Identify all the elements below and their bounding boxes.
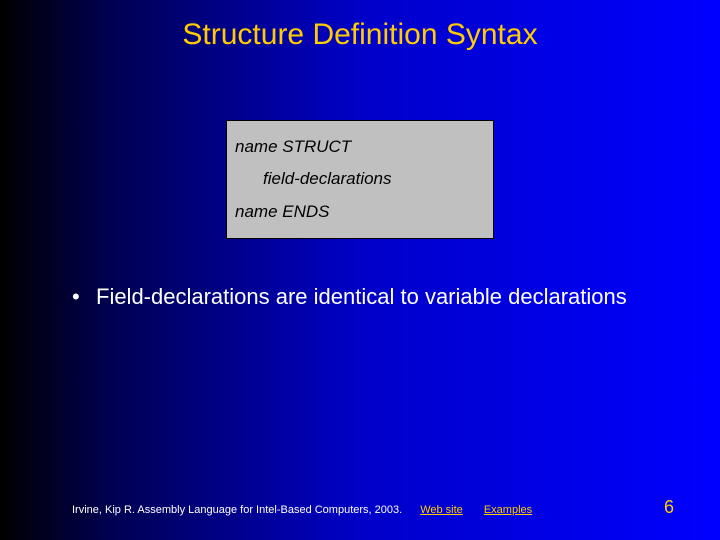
code-line: name STRUCT: [235, 131, 485, 163]
website-link[interactable]: Web site: [420, 504, 463, 516]
slide-title: Structure Definition Syntax: [0, 0, 720, 52]
syntax-box: name STRUCT field-declarations name ENDS: [226, 120, 494, 239]
code-line: name ENDS: [235, 196, 485, 228]
bullet-item: Field-declarations are identical to vari…: [72, 283, 660, 311]
examples-link[interactable]: Examples: [484, 504, 532, 516]
code-line: field-declarations: [235, 163, 485, 195]
bullet-list: Field-declarations are identical to vari…: [0, 283, 720, 311]
footer: Irvine, Kip R. Assembly Language for Int…: [0, 497, 720, 518]
page-number: 6: [664, 497, 674, 518]
citation-text: Irvine, Kip R. Assembly Language for Int…: [72, 504, 402, 516]
